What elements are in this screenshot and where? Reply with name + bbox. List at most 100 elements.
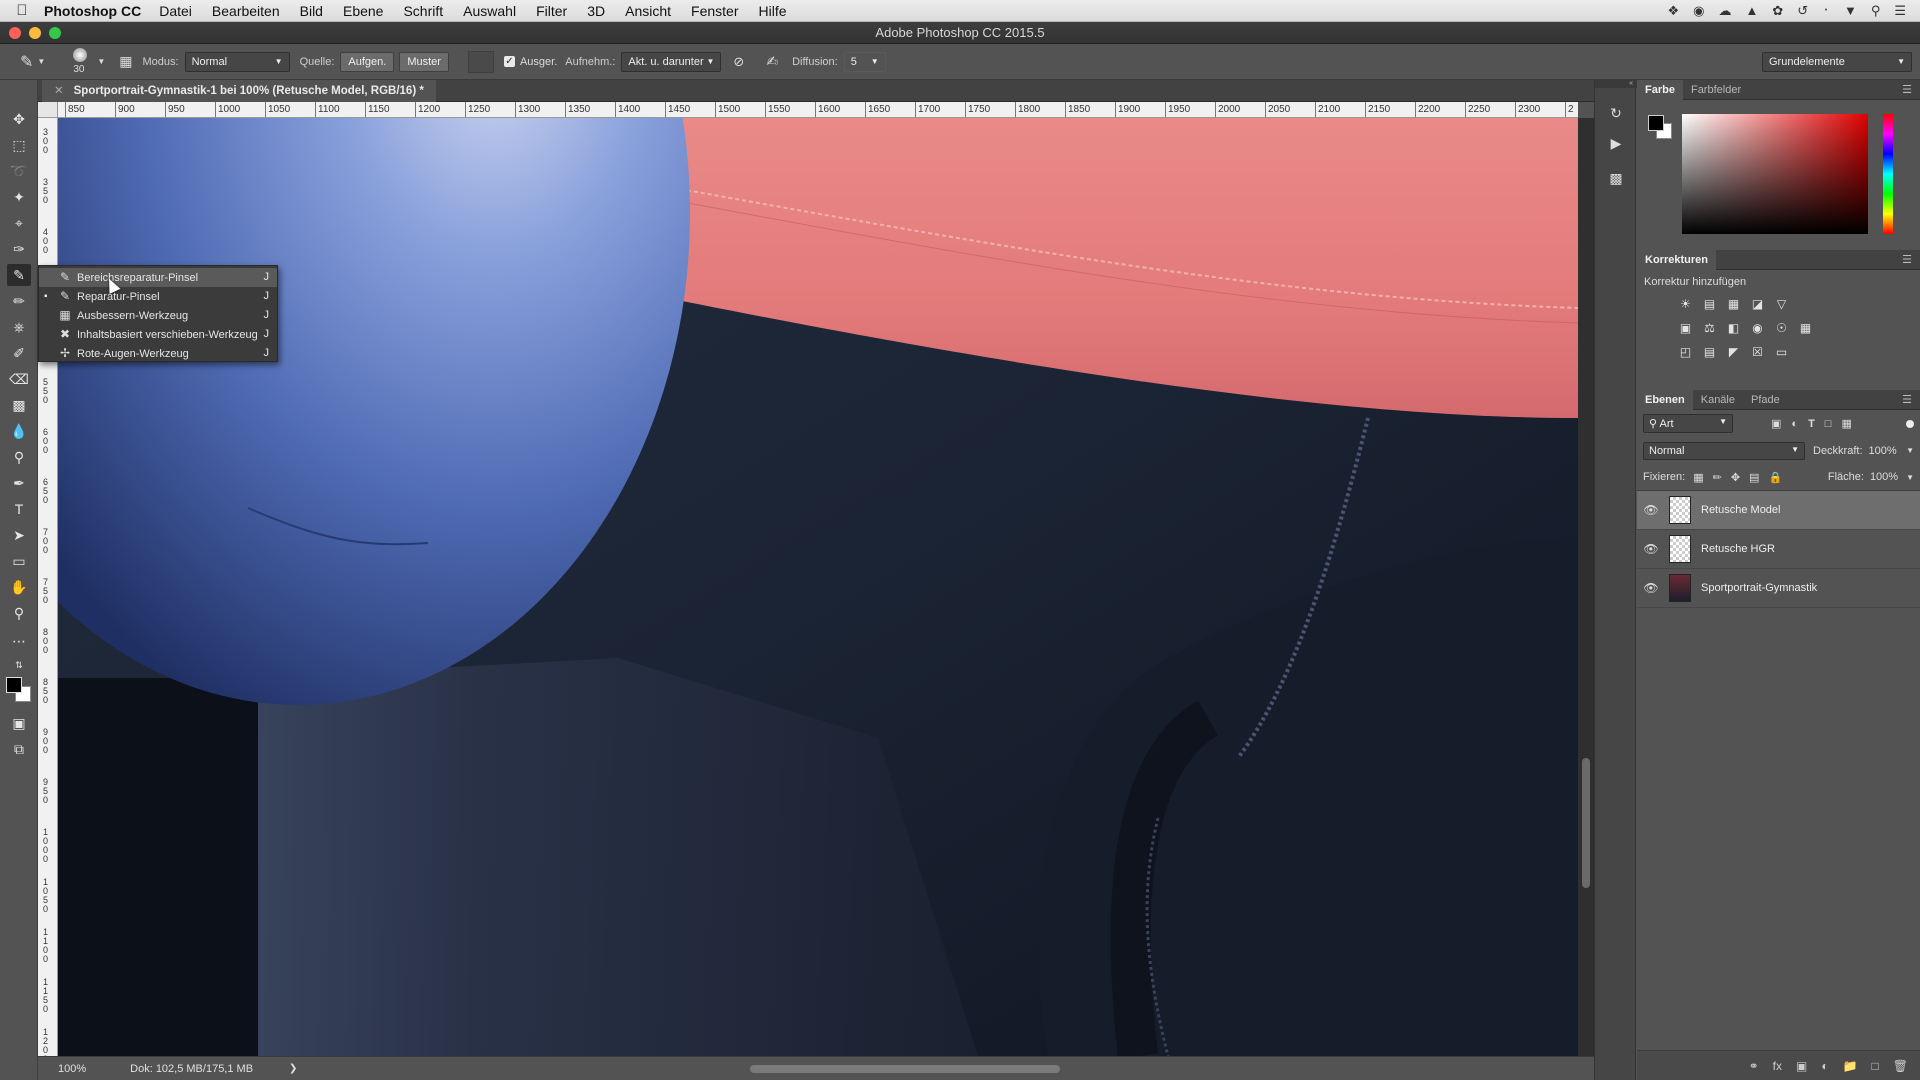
blur-tool-icon[interactable]: 💧 [7, 420, 31, 442]
layer-row[interactable]: 👁 Sportportrait-Gymnastik [1637, 569, 1920, 608]
muster-button[interactable]: Muster [399, 51, 449, 72]
marquee-tool-icon[interactable]: ⬚ [7, 134, 31, 156]
bluetooth-icon[interactable]: ᛫ [1822, 3, 1830, 19]
lock-image-icon[interactable]: ✏ [1713, 471, 1722, 484]
flyout-item-red-eye-tool[interactable]: ✢ Rote-Augen-Werkzeug J [39, 344, 277, 363]
tab-farbfelder[interactable]: Farbfelder [1683, 80, 1749, 100]
layer-row[interactable]: 👁 Retusche Model [1637, 491, 1920, 530]
document-info[interactable]: Dok: 102,5 MB/175,1 MB [130, 1063, 253, 1075]
screen-mode-icon[interactable]: ⧉ [7, 738, 31, 760]
cloud-icon[interactable]: ☁ [1718, 3, 1731, 19]
hue-slider[interactable] [1883, 114, 1893, 234]
creative-cloud-icon[interactable]: ✿ [1772, 3, 1783, 19]
eyedropper-tool-icon[interactable]: ✑ [7, 238, 31, 260]
channel-mixer-icon[interactable]: ☉ [1773, 320, 1790, 336]
levels-icon[interactable]: ▤ [1701, 296, 1718, 312]
ruler-origin[interactable] [38, 102, 58, 118]
pressure-size-icon[interactable]: ✍ [766, 53, 778, 70]
panel-menu-icon[interactable]: ☰ [1902, 253, 1920, 266]
flaeche-value[interactable]: 100% [1870, 471, 1898, 483]
flyout-item-healing-brush[interactable]: ▪ ✎ Reparatur-Pinsel J [39, 287, 277, 306]
panel-menu-icon[interactable]: ☰ [1902, 393, 1920, 406]
menu-ansicht[interactable]: Ansicht [625, 3, 671, 19]
exposure-icon[interactable]: ◪ [1749, 296, 1766, 312]
horizontal-scroll-thumb[interactable] [750, 1065, 1060, 1073]
tab-ebenen[interactable]: Ebenen [1637, 389, 1693, 410]
record-icon[interactable]: ◉ [1693, 3, 1704, 19]
aufgen-button[interactable]: Aufgen. [340, 51, 395, 72]
dropbox-icon[interactable]: ❖ [1667, 3, 1679, 19]
foreground-color-swatch[interactable] [6, 677, 22, 693]
lock-all-icon[interactable]: 🔒 [1768, 471, 1782, 484]
menu-fenster[interactable]: Fenster [691, 3, 738, 19]
history-brush-tool-icon[interactable]: ✐ [7, 342, 31, 364]
threshold-icon[interactable]: ◤ [1725, 344, 1742, 360]
brush-preset-picker[interactable]: 30 [67, 47, 95, 77]
eraser-tool-icon[interactable]: ⌫ [7, 368, 31, 390]
healing-tool-preset-icon[interactable]: ✎ [20, 52, 33, 72]
quick-mask-icon[interactable]: ▣ [7, 712, 31, 734]
posterize-icon[interactable]: ▤ [1701, 344, 1718, 360]
blend-mode-select[interactable]: Normal ▼ [1643, 441, 1805, 460]
path-selection-tool-icon[interactable]: ➤ [7, 524, 31, 546]
notification-icon[interactable]: ☰ [1894, 3, 1906, 19]
photo-filter-icon[interactable]: ◉ [1749, 320, 1766, 336]
visibility-eye-icon[interactable]: 👁 [1637, 503, 1665, 517]
menu-bearbeiten[interactable]: Bearbeiten [212, 3, 280, 19]
tab-pfade[interactable]: Pfade [1743, 390, 1788, 410]
apple-icon[interactable]:  [0, 2, 44, 19]
menu-schrift[interactable]: Schrift [403, 3, 443, 19]
diffusion-select[interactable]: 5 ▼ [843, 51, 886, 72]
foreground-color-swatch[interactable] [1648, 115, 1664, 131]
color-balance-icon[interactable]: ⚖ [1701, 320, 1718, 336]
modus-select[interactable]: Normal ▼ [184, 51, 290, 72]
brightness-contrast-icon[interactable]: ☀ [1677, 296, 1694, 312]
menu-bild[interactable]: Bild [300, 3, 323, 19]
lock-artboard-icon[interactable]: ▤ [1749, 471, 1759, 484]
lock-transparent-icon[interactable]: ▦ [1693, 471, 1703, 484]
menu-datei[interactable]: Datei [159, 3, 192, 19]
quick-selection-tool-icon[interactable]: ✦ [7, 186, 31, 208]
zoom-level[interactable]: 100% [58, 1063, 86, 1075]
link-layers-icon[interactable]: ⚭ [1749, 1059, 1759, 1073]
chevron-down-icon[interactable]: ▼ [1906, 473, 1914, 482]
filter-type-icon[interactable]: T [1808, 418, 1815, 430]
menu-filter[interactable]: Filter [536, 3, 567, 19]
tab-kanaele[interactable]: Kanäle [1693, 390, 1743, 410]
vertical-scroll-thumb[interactable] [1582, 758, 1590, 888]
tab-korrekturen[interactable]: Korrekturen [1637, 249, 1716, 270]
brush-panel-icon[interactable]: ▦ [119, 53, 132, 70]
image-canvas[interactable] [58, 118, 1578, 1056]
flyout-item-content-aware-move[interactable]: ✖ Inhaltsbasiert verschieben-Werkzeug J [39, 325, 277, 344]
close-tab-icon[interactable]: ✕ [54, 85, 64, 97]
flyout-item-spot-healing-brush[interactable]: ✎ Bereichsreparatur-Pinsel J [39, 268, 277, 287]
chevron-down-icon[interactable]: ▼ [97, 57, 105, 66]
wifi-icon[interactable]: ▼ [1844, 3, 1857, 19]
horizontal-ruler[interactable]: 850 900 950 1000 1050 1100 1150 1200 1250 1300 135… [58, 102, 1578, 118]
menu-auswahl[interactable]: Auswahl [463, 3, 516, 19]
layer-filter-select[interactable]: ⚲ Art ▼ [1643, 414, 1733, 433]
menu-ebene[interactable]: Ebene [343, 3, 383, 19]
zoom-window-icon[interactable] [49, 27, 61, 39]
color-lookup-icon[interactable]: ▦ [1797, 320, 1814, 336]
filter-smart-object-icon[interactable]: ▦ [1841, 417, 1851, 430]
app-menu[interactable]: Photoshop CC [44, 3, 141, 19]
layer-row[interactable]: 👁 Retusche HGR [1637, 530, 1920, 569]
tab-farbe[interactable]: Farbe [1637, 79, 1683, 100]
chevron-down-icon[interactable]: ▼ [1906, 446, 1914, 455]
curves-icon[interactable]: ▦ [1725, 296, 1742, 312]
crop-tool-icon[interactable]: ⌖ [7, 212, 31, 234]
more-tools-icon[interactable]: ⋯ [7, 630, 31, 652]
properties-panel-icon[interactable]: ▩ [1606, 170, 1626, 190]
swap-colors-icon[interactable]: ⇅ [7, 654, 31, 676]
healing-brush-tool-icon[interactable]: ✎ [7, 264, 31, 286]
aufnehm-select[interactable]: Akt. u. darunter ▼ [621, 51, 722, 72]
gradient-tool-icon[interactable]: ▩ [7, 394, 31, 416]
drive-icon[interactable]: ▲ [1745, 3, 1758, 19]
clone-stamp-tool-icon[interactable]: ⎈ [7, 316, 31, 338]
collapse-dock-icon[interactable]: « [1595, 80, 1637, 88]
hand-tool-icon[interactable]: ✋ [7, 576, 31, 598]
ausger-checkbox[interactable]: ✓ [503, 56, 515, 67]
dodge-tool-icon[interactable]: ⚲ [7, 446, 31, 468]
delete-layer-icon[interactable]: 🗑 [1893, 1059, 1908, 1073]
